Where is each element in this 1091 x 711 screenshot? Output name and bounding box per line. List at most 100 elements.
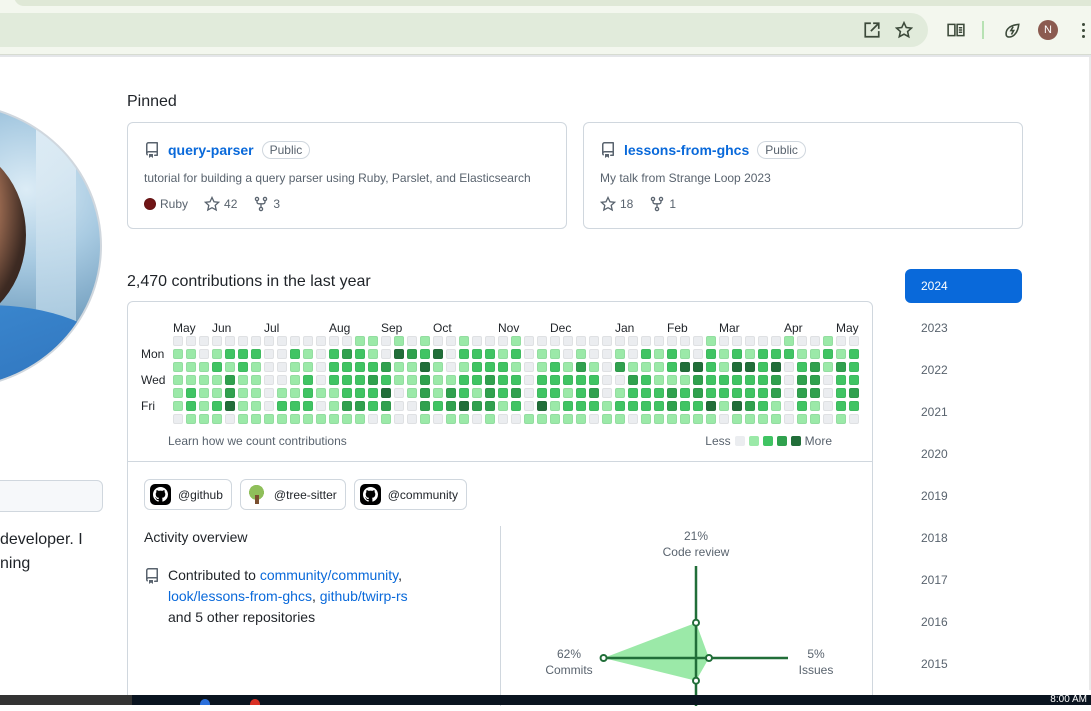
browser-profile-avatar[interactable]: N bbox=[1038, 20, 1058, 40]
contribution-day[interactable] bbox=[628, 349, 638, 359]
contribution-day[interactable] bbox=[368, 362, 378, 372]
contribution-day[interactable] bbox=[719, 362, 729, 372]
contribution-day[interactable] bbox=[459, 388, 469, 398]
contribution-day[interactable] bbox=[771, 362, 781, 372]
contribution-day[interactable] bbox=[303, 401, 313, 411]
contribution-day[interactable] bbox=[706, 414, 716, 424]
contribution-day[interactable] bbox=[810, 388, 820, 398]
contribution-day[interactable] bbox=[797, 349, 807, 359]
contribution-day[interactable] bbox=[732, 388, 742, 398]
contribution-day[interactable] bbox=[849, 362, 859, 372]
contribution-day[interactable] bbox=[407, 414, 417, 424]
contribution-day[interactable] bbox=[758, 349, 768, 359]
contribution-day[interactable] bbox=[511, 349, 521, 359]
contribution-day[interactable] bbox=[719, 349, 729, 359]
contribution-day[interactable] bbox=[225, 375, 235, 385]
contribution-day[interactable] bbox=[745, 414, 755, 424]
contribution-day[interactable] bbox=[511, 401, 521, 411]
contribution-day[interactable] bbox=[667, 375, 677, 385]
contribution-day[interactable] bbox=[329, 362, 339, 372]
contribution-day[interactable] bbox=[693, 349, 703, 359]
contribution-day[interactable] bbox=[680, 349, 690, 359]
contribution-day[interactable] bbox=[784, 388, 794, 398]
contribution-day[interactable] bbox=[628, 336, 638, 346]
contribution-day[interactable] bbox=[199, 349, 209, 359]
contribution-day[interactable] bbox=[381, 414, 391, 424]
contribution-day[interactable] bbox=[459, 336, 469, 346]
contribution-day[interactable] bbox=[342, 362, 352, 372]
contribution-day[interactable] bbox=[251, 414, 261, 424]
contribution-day[interactable] bbox=[667, 401, 677, 411]
repo-stars-link[interactable]: 42 bbox=[204, 196, 237, 212]
contribution-day[interactable] bbox=[641, 414, 651, 424]
contribution-day[interactable] bbox=[680, 414, 690, 424]
year-link-2024[interactable]: 2024 bbox=[905, 269, 1022, 303]
contribution-day[interactable] bbox=[251, 349, 261, 359]
contribution-day[interactable] bbox=[212, 375, 222, 385]
contribution-day[interactable] bbox=[264, 414, 274, 424]
contribution-day[interactable] bbox=[836, 414, 846, 424]
contribution-day[interactable] bbox=[667, 336, 677, 346]
contribution-day[interactable] bbox=[810, 362, 820, 372]
contribution-day[interactable] bbox=[680, 401, 690, 411]
contribution-day[interactable] bbox=[420, 414, 430, 424]
contribution-day[interactable] bbox=[706, 388, 716, 398]
contribution-day[interactable] bbox=[589, 349, 599, 359]
contribution-day[interactable] bbox=[199, 362, 209, 372]
contribution-day[interactable] bbox=[329, 349, 339, 359]
contribution-day[interactable] bbox=[251, 401, 261, 411]
contribution-day[interactable] bbox=[719, 336, 729, 346]
contribution-day[interactable] bbox=[537, 349, 547, 359]
contribution-day[interactable] bbox=[303, 375, 313, 385]
contribution-day[interactable] bbox=[498, 388, 508, 398]
contribution-day[interactable] bbox=[485, 362, 495, 372]
contribution-day[interactable] bbox=[693, 375, 703, 385]
contribution-day[interactable] bbox=[550, 336, 560, 346]
contribution-day[interactable] bbox=[433, 401, 443, 411]
contribution-day[interactable] bbox=[212, 401, 222, 411]
contribution-day[interactable] bbox=[290, 362, 300, 372]
contribution-day[interactable] bbox=[394, 349, 404, 359]
contribution-day[interactable] bbox=[810, 414, 820, 424]
contribution-day[interactable] bbox=[485, 388, 495, 398]
contribution-day[interactable] bbox=[212, 336, 222, 346]
contribution-day[interactable] bbox=[342, 401, 352, 411]
contribution-day[interactable] bbox=[784, 336, 794, 346]
contribution-day[interactable] bbox=[849, 349, 859, 359]
contribution-day[interactable] bbox=[238, 414, 248, 424]
contribution-day[interactable] bbox=[446, 388, 456, 398]
contribution-day[interactable] bbox=[394, 336, 404, 346]
year-link-2019[interactable]: 2019 bbox=[905, 479, 1022, 513]
open-in-app-icon[interactable] bbox=[861, 19, 883, 41]
contribution-day[interactable] bbox=[186, 414, 196, 424]
contribution-day[interactable] bbox=[485, 414, 495, 424]
contribution-day[interactable] bbox=[368, 336, 378, 346]
contribution-day[interactable] bbox=[576, 414, 586, 424]
contribution-day[interactable] bbox=[381, 388, 391, 398]
contribution-day[interactable] bbox=[394, 401, 404, 411]
contribution-day[interactable] bbox=[706, 375, 716, 385]
contribution-day[interactable] bbox=[602, 375, 612, 385]
contribution-day[interactable] bbox=[576, 349, 586, 359]
contribution-day[interactable] bbox=[173, 362, 183, 372]
contribution-day[interactable] bbox=[797, 336, 807, 346]
contribution-day[interactable] bbox=[771, 375, 781, 385]
contribution-day[interactable] bbox=[381, 375, 391, 385]
contribution-day[interactable] bbox=[277, 414, 287, 424]
year-link-2015[interactable]: 2015 bbox=[905, 647, 1022, 681]
contribution-day[interactable] bbox=[537, 336, 547, 346]
contribution-day[interactable] bbox=[836, 388, 846, 398]
contribution-day[interactable] bbox=[446, 414, 456, 424]
contribution-day[interactable] bbox=[719, 375, 729, 385]
contribution-day[interactable] bbox=[758, 375, 768, 385]
contribution-day[interactable] bbox=[472, 414, 482, 424]
contribution-day[interactable] bbox=[667, 349, 677, 359]
contribution-day[interactable] bbox=[511, 336, 521, 346]
contribution-day[interactable] bbox=[238, 362, 248, 372]
contribution-day[interactable] bbox=[758, 401, 768, 411]
contribution-day[interactable] bbox=[758, 362, 768, 372]
contribution-day[interactable] bbox=[628, 388, 638, 398]
contribution-day[interactable] bbox=[589, 336, 599, 346]
contribution-day[interactable] bbox=[719, 401, 729, 411]
contribution-day[interactable] bbox=[732, 414, 742, 424]
